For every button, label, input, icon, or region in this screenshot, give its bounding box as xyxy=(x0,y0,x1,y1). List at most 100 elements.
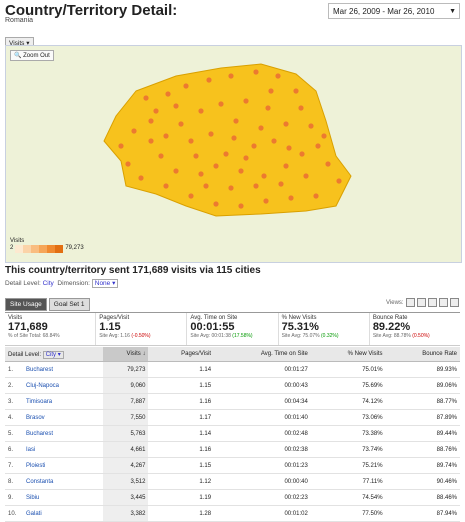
city-marker[interactable] xyxy=(299,151,305,157)
city-link[interactable]: Constanta xyxy=(23,473,103,490)
percentage-view-icon[interactable] xyxy=(416,298,426,307)
table-view-icon[interactable] xyxy=(405,298,415,307)
city-marker[interactable] xyxy=(275,73,281,79)
city-marker[interactable] xyxy=(243,155,249,161)
city-marker[interactable] xyxy=(286,145,292,151)
city-marker[interactable] xyxy=(268,88,274,94)
city-link[interactable]: Timisoara xyxy=(23,393,103,410)
city-marker[interactable] xyxy=(298,105,304,111)
metric-value: 171,689 xyxy=(8,321,48,333)
city-marker[interactable] xyxy=(213,163,219,169)
city-marker[interactable] xyxy=(188,193,194,199)
city-link[interactable]: Iasi xyxy=(23,441,103,458)
city-marker[interactable] xyxy=(238,203,244,209)
city-marker[interactable] xyxy=(198,108,204,114)
city-link[interactable]: Bucharest xyxy=(23,425,103,442)
city-marker[interactable] xyxy=(303,173,309,179)
city-marker[interactable] xyxy=(263,198,269,204)
city-marker[interactable] xyxy=(223,151,229,157)
city-marker[interactable] xyxy=(283,163,289,169)
performance-view-icon[interactable] xyxy=(427,298,437,307)
city-link[interactable]: Sibiu xyxy=(23,489,103,506)
tab-goal-set-1[interactable]: Goal Set 1 xyxy=(48,298,90,311)
city-marker[interactable] xyxy=(148,138,154,144)
city-marker[interactable] xyxy=(261,173,267,179)
city-marker[interactable] xyxy=(308,123,314,129)
city-marker[interactable] xyxy=(208,131,214,137)
city-marker[interactable] xyxy=(193,153,199,159)
city-link[interactable]: Bucharest xyxy=(23,361,103,378)
city-marker[interactable] xyxy=(243,98,249,104)
city-marker[interactable] xyxy=(313,193,319,199)
city-link[interactable]: Ploiesti xyxy=(23,457,103,474)
city-marker[interactable] xyxy=(336,178,342,184)
city-marker[interactable] xyxy=(206,77,212,83)
city-marker[interactable] xyxy=(253,183,259,189)
map-overlay[interactable]: 🔍 Zoom Out Visits 2 79,273 xyxy=(5,45,462,263)
city-column-header[interactable]: Detail Level: City ▾ xyxy=(5,347,103,362)
bounce-column-header[interactable]: Bounce Rate xyxy=(385,347,460,362)
city-marker[interactable] xyxy=(265,105,271,111)
city-marker[interactable] xyxy=(231,135,237,141)
detail-level-value[interactable]: City xyxy=(43,280,54,287)
city-marker[interactable] xyxy=(271,138,277,144)
pages-column-header[interactable]: Pages/Visit xyxy=(148,347,215,362)
table-row: 3. Timisoara 7,887 1.16 00:04:34 74.12% 88.77% xyxy=(5,393,460,410)
city-link[interactable]: Galati xyxy=(23,505,103,522)
new-visits-column-header[interactable]: % New Visits xyxy=(310,347,386,362)
pivot-view-icon[interactable] xyxy=(449,298,459,307)
city-marker[interactable] xyxy=(315,143,321,149)
tab-site-usage[interactable]: Site Usage xyxy=(5,298,47,311)
city-marker[interactable] xyxy=(228,73,234,79)
city-marker[interactable] xyxy=(233,118,239,124)
city-marker[interactable] xyxy=(125,161,131,167)
city-marker[interactable] xyxy=(131,128,137,134)
city-marker[interactable] xyxy=(143,95,149,101)
city-marker[interactable] xyxy=(165,91,171,97)
city-marker[interactable] xyxy=(228,185,234,191)
city-link[interactable]: Brasov xyxy=(23,409,103,426)
city-marker[interactable] xyxy=(288,195,294,201)
city-marker[interactable] xyxy=(325,161,331,167)
city-marker[interactable] xyxy=(178,121,184,127)
city-marker[interactable] xyxy=(278,181,284,187)
city-marker[interactable] xyxy=(251,143,257,149)
time-column-header[interactable]: Avg. Time on Site xyxy=(214,347,311,362)
zoom-out-button[interactable]: 🔍 Zoom Out xyxy=(10,50,54,61)
city-marker[interactable] xyxy=(293,88,299,94)
visits-column-header[interactable]: Visits ↓ xyxy=(102,347,149,362)
city-marker[interactable] xyxy=(253,69,259,75)
city-marker[interactable] xyxy=(173,103,179,109)
detail-level-select[interactable]: City ▾ xyxy=(42,350,64,359)
city-marker[interactable] xyxy=(203,183,209,189)
city-marker[interactable] xyxy=(238,168,244,174)
city-marker[interactable] xyxy=(173,168,179,174)
city-marker[interactable] xyxy=(213,201,219,207)
new-visits-cell: 73.06% xyxy=(310,409,386,426)
views-label: Views: xyxy=(386,299,404,306)
city-marker[interactable] xyxy=(163,133,169,139)
comparison-view-icon[interactable] xyxy=(438,298,448,307)
legend-swatch xyxy=(15,245,24,253)
visits-cell: 9,060 xyxy=(102,377,149,394)
city-marker[interactable] xyxy=(283,121,289,127)
date-range-picker[interactable]: Mar 26, 2009 - Mar 26, 2010 ▼ xyxy=(328,3,460,19)
city-marker[interactable] xyxy=(153,108,159,114)
city-marker[interactable] xyxy=(218,101,224,107)
city-marker[interactable] xyxy=(183,83,189,89)
site-avg-text: Site Avg: 75.07% xyxy=(281,333,320,339)
city-marker[interactable] xyxy=(163,183,169,189)
city-marker[interactable] xyxy=(321,133,327,139)
dimension-select[interactable]: None ▾ xyxy=(91,279,119,288)
city-link[interactable]: Cluj-Napoca xyxy=(23,377,103,394)
city-marker[interactable] xyxy=(148,118,154,124)
city-marker[interactable] xyxy=(188,138,194,144)
delta-text: (0.32%) xyxy=(321,333,339,339)
city-marker[interactable] xyxy=(158,153,164,159)
city-marker[interactable] xyxy=(198,171,204,177)
city-marker[interactable] xyxy=(138,175,144,181)
legend-swatch xyxy=(31,245,40,253)
pages-cell: 1.14 xyxy=(148,425,215,442)
city-marker[interactable] xyxy=(118,143,124,149)
city-marker[interactable] xyxy=(258,125,264,131)
